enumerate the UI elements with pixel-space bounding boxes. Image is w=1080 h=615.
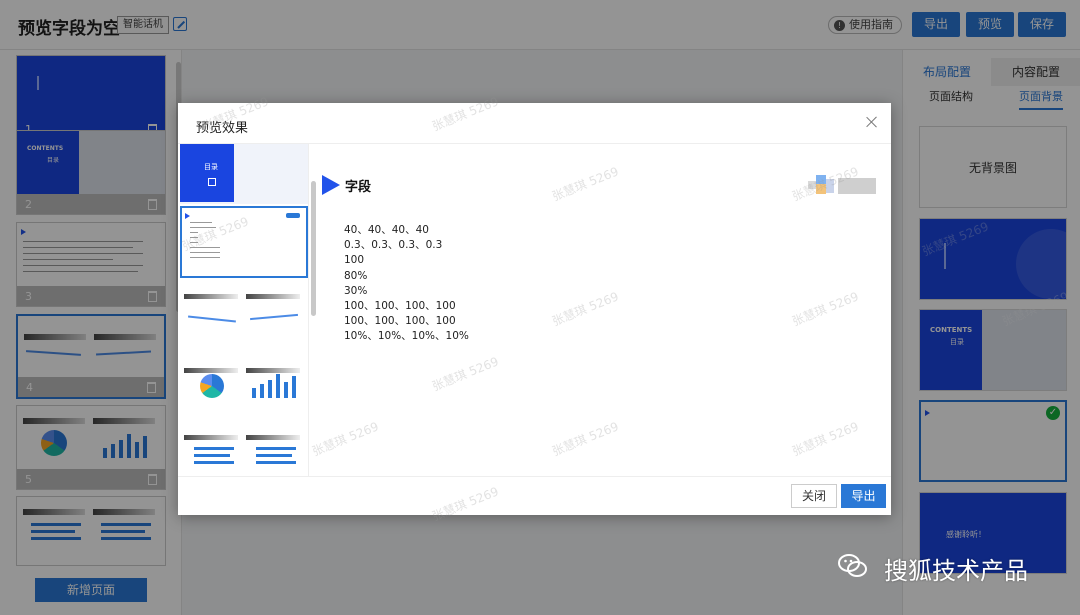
close-icon[interactable] [865,115,879,129]
modal-close-button[interactable]: 关闭 [791,484,837,508]
content-line: 10%、10%、10%、10% [344,330,469,343]
content-line: 0.3、0.3、0.3、0.3 [344,239,443,252]
contents-sub: 目录 [204,163,218,171]
play-arrow-icon [322,175,340,195]
preview-modal: 预览效果 目录 字段 40、40、40、40 0.3、0.3、0.3、0.3 1… [178,103,891,515]
preview-thumb-bar-list[interactable] [180,429,308,474]
content-line: 40、40、40、40 [344,224,429,236]
preview-thumb-pie-bar[interactable] [180,354,308,426]
preview-thumb-list[interactable]: 目录 [178,144,308,474]
preview-thumb-line-chart[interactable] [180,284,308,356]
slide-content-lines: 40、40、40、40 0.3、0.3、0.3、0.3 100 80% 30% … [344,223,469,345]
modal-export-button[interactable]: 导出 [841,484,886,508]
brand-label: 搜狐技术产品 [884,557,1028,585]
preview-thumb-contents[interactable]: 目录 [180,144,308,204]
content-line: 30% [344,284,368,297]
content-line: 100、100、100、100 [344,300,456,313]
content-line: 80% [344,269,368,282]
content-line: 100 [344,254,365,267]
wechat-icon [838,554,867,577]
slide-heading: 字段 [345,180,372,195]
preview-list-scrollbar[interactable] [311,181,316,316]
content-line: 100、100、100、100 [344,315,456,328]
